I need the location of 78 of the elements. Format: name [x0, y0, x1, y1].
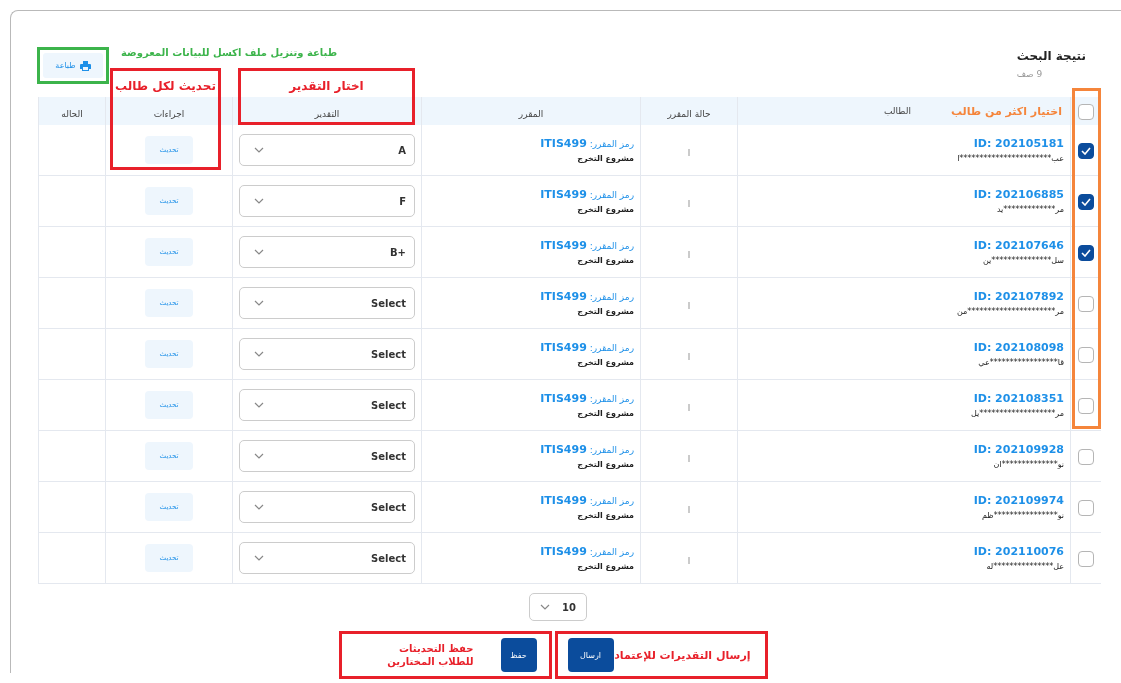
- student-id[interactable]: ID: 202109928: [738, 443, 1064, 456]
- course-name: مشروع التخرج: [576, 511, 634, 520]
- course-name: مشروع التخرج: [576, 358, 634, 367]
- page-size-select[interactable]: 10: [529, 593, 587, 621]
- annotation-text: تحديث لكل طالب: [115, 79, 216, 93]
- student-name: عل***************له: [985, 562, 1064, 571]
- course-name: مشروع التخرج: [576, 307, 634, 316]
- column-header: الحاله: [61, 108, 83, 119]
- student-id[interactable]: ID: 202110076: [738, 545, 1064, 558]
- student-id[interactable]: ID: 202109974: [738, 494, 1064, 507]
- student-id[interactable]: ID: 202108098: [738, 341, 1064, 354]
- print-button[interactable]: طباعة: [43, 53, 103, 78]
- column-header: الطالب: [883, 106, 911, 116]
- send-button[interactable]: ارسال: [567, 638, 614, 672]
- course-name: مشروع التخرج: [576, 154, 634, 163]
- grade-select[interactable]: Select: [239, 542, 415, 574]
- chevron-down-icon: [254, 402, 264, 408]
- chevron-down-icon: [254, 198, 264, 204]
- row-checkbox[interactable]: [1077, 398, 1094, 414]
- check-icon: [1080, 147, 1091, 155]
- row-checkbox[interactable]: [1077, 551, 1094, 567]
- select-all-checkbox[interactable]: [1077, 104, 1094, 120]
- chevron-down-icon: [254, 504, 264, 510]
- grade-select[interactable]: +B: [239, 236, 415, 268]
- results-title: نتيجة البحث: [1016, 49, 1086, 63]
- chevron-down-icon: [254, 351, 264, 357]
- row-checkbox[interactable]: [1077, 449, 1094, 465]
- chevron-down-icon: [254, 555, 264, 561]
- row-count: 9 صف: [1016, 69, 1043, 79]
- grade-select[interactable]: Select: [239, 338, 415, 370]
- student-name: سل***************ين: [981, 256, 1064, 265]
- grade-select[interactable]: F: [239, 185, 415, 217]
- row-checkbox[interactable]: [1077, 245, 1094, 261]
- annotation-text: حفظ التحديثات للطلاب المختارين: [386, 641, 474, 669]
- grade-select[interactable]: A: [239, 134, 415, 166]
- annotation-text: اختيار اكثر من طالب: [950, 104, 1062, 118]
- column-header: حالة المقرر: [667, 108, 711, 119]
- student-id[interactable]: ID: 202105181: [738, 137, 1064, 150]
- student-name: مر**********************من: [955, 307, 1064, 316]
- student-id[interactable]: ID: 202108351: [738, 392, 1064, 405]
- student-name: عب***********************ا: [956, 154, 1064, 163]
- grade-select[interactable]: Select: [239, 287, 415, 319]
- student-id[interactable]: ID: 202106885: [738, 188, 1064, 201]
- check-icon: [1080, 198, 1091, 206]
- grade-select[interactable]: Select: [239, 389, 415, 421]
- grade-select[interactable]: Select: [239, 491, 415, 523]
- chevron-down-icon: [254, 249, 264, 255]
- chevron-down-icon: [254, 300, 264, 306]
- chevron-down-icon: [254, 147, 264, 153]
- student-name: مر*************يد: [995, 205, 1064, 214]
- course-name: مشروع التخرج: [576, 409, 634, 418]
- course-name: مشروع التخرج: [576, 256, 634, 265]
- row-checkbox[interactable]: [1077, 296, 1094, 312]
- row-checkbox[interactable]: [1077, 347, 1094, 363]
- check-icon: [1080, 249, 1091, 257]
- course-name: مشروع التخرج: [576, 460, 634, 469]
- student-id[interactable]: ID: 202107892: [738, 290, 1064, 303]
- chevron-down-icon: [254, 453, 264, 459]
- annotation-text: اختار التقدير: [289, 79, 364, 93]
- student-name: نو****************ظم: [980, 511, 1064, 520]
- student-name: مر*******************يل: [970, 409, 1064, 418]
- chevron-down-icon: [540, 604, 550, 610]
- student-name: نو**************ان: [992, 460, 1064, 469]
- row-checkbox[interactable]: [1077, 143, 1094, 159]
- annotation-text: إرسال التقديرات للإعتماد: [614, 648, 751, 662]
- save-button[interactable]: حفظ: [500, 638, 537, 672]
- row-checkbox[interactable]: [1077, 500, 1094, 516]
- student-id[interactable]: ID: 202107646: [738, 239, 1064, 252]
- grade-select[interactable]: Select: [239, 440, 415, 472]
- course-name: مشروع التخرج: [576, 205, 634, 214]
- student-name: قا*****************عي: [977, 358, 1064, 367]
- annotation-text: طباعة وتنزيل ملف اكسل للبيانات المعروضة: [121, 47, 338, 58]
- column-header: التقدير: [314, 108, 340, 119]
- course-name: مشروع التخرج: [576, 562, 634, 571]
- row-checkbox[interactable]: [1077, 194, 1094, 210]
- column-header: المقرر: [518, 108, 544, 119]
- column-header: اجراءات: [153, 108, 185, 119]
- printer-icon: [79, 60, 91, 71]
